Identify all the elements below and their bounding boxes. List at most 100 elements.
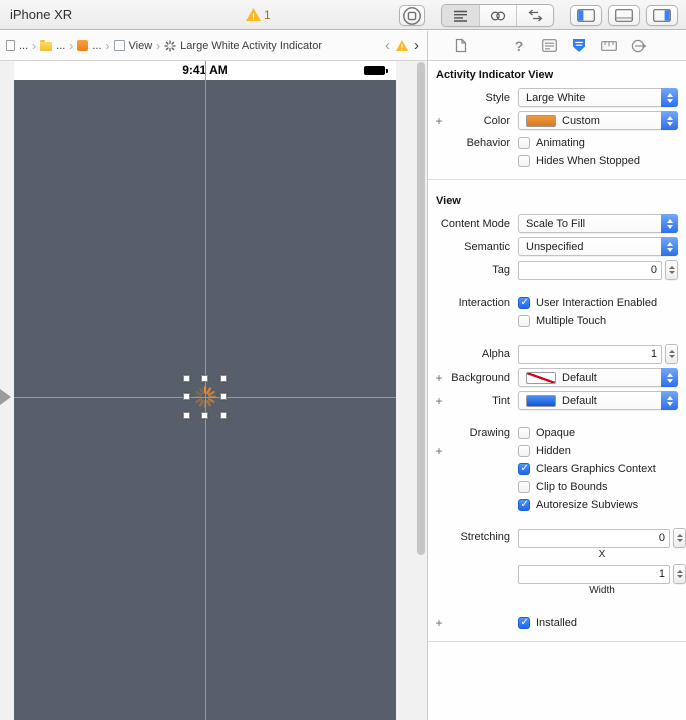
warning-icon[interactable]: ! — [396, 40, 408, 51]
tag-row: Tag — [428, 258, 686, 282]
checkbox-user-interaction-enabled[interactable]: User Interaction Enabled — [518, 294, 678, 312]
breadcrumb-collapsed-2[interactable]: ... — [40, 40, 65, 52]
selection-handle[interactable] — [220, 375, 227, 382]
checkbox[interactable] — [518, 463, 530, 475]
checkbox-animating[interactable]: Animating — [518, 134, 678, 152]
stretching-width-stepper[interactable] — [673, 564, 686, 584]
breadcrumb-label: ... — [56, 39, 66, 52]
attributes-icon — [573, 39, 585, 52]
checkbox-hidden[interactable]: Hidden — [518, 442, 678, 460]
toolbar: iPhone XR ! 1 — [0, 0, 686, 30]
checkbox[interactable] — [518, 315, 530, 327]
semantic-popup[interactable]: Unspecified — [518, 237, 678, 256]
tint-label: Tint — [492, 394, 510, 407]
style-row: Style Large White — [428, 86, 686, 109]
selection-handle[interactable] — [201, 375, 208, 382]
content-mode-popup[interactable]: Scale To Fill — [518, 214, 678, 233]
library-button[interactable] — [399, 5, 425, 26]
checkbox-hides-when-stopped[interactable]: Hides When Stopped — [518, 152, 678, 170]
tab-connections-inspector[interactable] — [630, 37, 648, 55]
breadcrumb-collapsed-1[interactable]: ... — [6, 40, 28, 52]
breadcrumb-view[interactable]: View — [113, 40, 152, 52]
stretching-group: Stretching X Y — [428, 526, 686, 602]
breadcrumb-separator: › — [69, 38, 74, 53]
tab-file-inspector[interactable] — [452, 37, 470, 55]
alpha-stepper[interactable] — [665, 344, 678, 364]
section-divider — [428, 179, 686, 180]
run-destination-label[interactable]: iPhone XR — [10, 7, 72, 22]
debug-area-toggle-button[interactable] — [608, 5, 640, 26]
add-attribute-button[interactable]: + — [433, 445, 445, 457]
canvas-scrollbar[interactable] — [417, 62, 425, 555]
tag-field[interactable] — [518, 260, 662, 280]
checkbox-clip-to-bounds[interactable]: Clip to Bounds — [518, 478, 678, 496]
selection-handle[interactable] — [183, 375, 190, 382]
drawing-group: Drawing + Opaque Hidden Clears Graphics … — [428, 422, 686, 516]
checkbox-label: Hidden — [536, 445, 571, 457]
assistant-editor-button[interactable] — [479, 5, 516, 26]
checkbox[interactable] — [518, 137, 530, 149]
background-row: + Background Default — [428, 366, 686, 389]
content-mode-label: Content Mode — [440, 217, 510, 230]
view-icon — [113, 40, 125, 51]
checkbox[interactable] — [518, 499, 530, 511]
selection-handle[interactable] — [183, 412, 190, 419]
checkbox-clears-graphics-context[interactable]: Clears Graphics Context — [518, 460, 678, 478]
stretching-x-stepper[interactable] — [673, 528, 686, 548]
content-mode-value: Scale To Fill — [526, 217, 586, 230]
tag-label: Tag — [492, 264, 510, 276]
inspector-tab-bar: ? — [428, 31, 686, 61]
back-button[interactable]: ‹ — [385, 38, 390, 53]
checkbox-installed[interactable]: Installed — [518, 614, 678, 632]
checkbox[interactable] — [518, 427, 530, 439]
color-row: + Color Custom — [428, 109, 686, 132]
checkbox-multiple-touch[interactable]: Multiple Touch — [518, 312, 678, 330]
tint-popup[interactable]: Default — [518, 391, 678, 410]
tab-identity-inspector[interactable] — [540, 37, 558, 55]
warning-icon: ! — [246, 8, 261, 21]
checkbox[interactable] — [518, 481, 530, 493]
color-popup[interactable]: Custom — [518, 111, 678, 130]
tab-quick-help-inspector[interactable]: ? — [510, 37, 528, 55]
breadcrumb-collapsed-3[interactable]: ... — [77, 40, 102, 52]
tab-size-inspector[interactable] — [600, 37, 618, 55]
tab-attributes-inspector[interactable] — [570, 37, 588, 55]
selection-handle[interactable] — [183, 393, 190, 400]
activity-indicator-spinner[interactable] — [192, 384, 218, 410]
drawing-label: Drawing — [469, 427, 510, 439]
content-mode-row: Content Mode Scale To Fill — [428, 212, 686, 235]
inspector-toggle-button[interactable] — [646, 5, 678, 26]
stretching-width-field[interactable] — [518, 564, 670, 584]
checkbox-opaque[interactable]: Opaque — [518, 424, 678, 442]
forward-button[interactable]: › — [414, 38, 419, 53]
standard-editor-button[interactable] — [442, 5, 479, 26]
background-popup[interactable]: Default — [518, 368, 678, 387]
add-attribute-button[interactable]: + — [433, 617, 445, 629]
popup-arrows-icon — [661, 111, 678, 130]
tag-stepper[interactable] — [665, 260, 678, 280]
checkbox[interactable] — [518, 445, 530, 457]
interface-builder-canvas[interactable]: 9:41 AM — [0, 61, 427, 720]
stretching-x-field[interactable] — [518, 528, 670, 548]
style-popup[interactable]: Large White — [518, 88, 678, 107]
selection-handle[interactable] — [201, 412, 208, 419]
alpha-field[interactable] — [518, 344, 662, 364]
checkbox[interactable] — [518, 617, 530, 629]
version-editor-button[interactable] — [516, 5, 553, 26]
checkbox-autoresize-subviews[interactable]: Autoresize Subviews — [518, 496, 678, 514]
activity-indicator-icon — [164, 39, 176, 52]
checkbox-label: Animating — [536, 137, 585, 149]
navigator-toggle-button[interactable] — [570, 5, 602, 26]
behavior-group: Behavior Animating Hides When Stopped — [428, 132, 686, 172]
selection-handle[interactable] — [220, 412, 227, 419]
activity-indicator-selection[interactable] — [183, 375, 227, 419]
selection-handle[interactable] — [220, 393, 227, 400]
checkbox[interactable] — [518, 155, 530, 167]
style-value: Large White — [526, 91, 586, 104]
inspector-panel-icon — [653, 9, 671, 22]
checkbox[interactable] — [518, 297, 530, 309]
stretching-width-cell: Width — [518, 564, 686, 600]
breadcrumb-activity-indicator[interactable]: Large White Activity Indicator — [164, 40, 322, 52]
issues-badge[interactable]: ! 1 — [246, 8, 271, 22]
popup-arrows-icon — [661, 214, 678, 233]
